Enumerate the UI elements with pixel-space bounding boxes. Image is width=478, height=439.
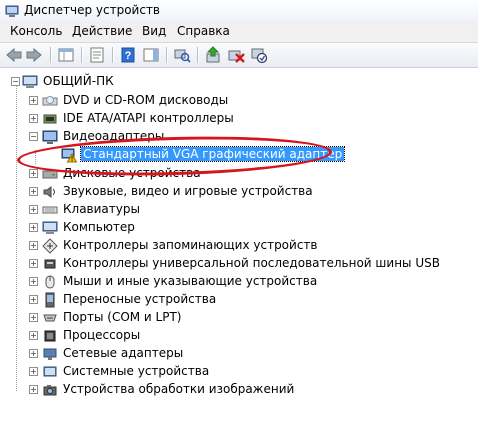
svg-text:?: ? (125, 50, 132, 62)
expand-toggle[interactable]: + (29, 259, 38, 268)
expand-toggle[interactable]: + (29, 349, 38, 358)
tree-item-label: Мыши и иные указывающие устройства (63, 274, 318, 288)
device-manager-app-icon (5, 5, 19, 17)
expand-toggle[interactable]: + (29, 169, 38, 178)
title-bar: Диспетчер устройств (0, 0, 478, 23)
system-device-icon (43, 366, 57, 377)
expand-toggle[interactable]: + (29, 241, 38, 250)
expand-toggle[interactable]: + (29, 331, 38, 340)
keyboard-icon (42, 206, 58, 214)
port-icon (43, 314, 57, 322)
expand-toggle[interactable]: + (29, 223, 38, 232)
expand-toggle[interactable]: + (29, 277, 38, 286)
tree-item-label: Компьютер (63, 220, 135, 234)
tree-item-keyboards[interactable]: + Клавиатуры (0, 201, 478, 219)
collapse-toggle[interactable]: − (29, 132, 38, 141)
expand-toggle[interactable]: + (29, 367, 38, 376)
help-icon[interactable]: ? (119, 46, 137, 64)
device-tree: − ОБЩИЙ-ПК + DVD и CD-ROM дисководы + ID… (0, 68, 478, 439)
tree-item-imaging[interactable]: + Устройства обработки изображений (0, 381, 478, 399)
action-pane-icon[interactable] (142, 46, 160, 64)
tree-item-network[interactable]: + Сетевые адаптеры (0, 345, 478, 363)
scan-hardware-icon[interactable] (173, 46, 191, 64)
tree-item-label: Процессоры (63, 328, 141, 342)
menu-console[interactable]: Консоль (8, 24, 64, 38)
tree-item-label: Переносные устройства (63, 292, 217, 306)
console-tree-icon[interactable] (57, 46, 75, 64)
tree-item-label: Клавиатуры (63, 202, 140, 216)
usb-icon (44, 259, 56, 269)
dvd-drive-icon (42, 96, 58, 106)
storage-controller-icon (42, 238, 58, 254)
tree-item-dvd[interactable]: + DVD и CD-ROM дисководы (0, 92, 478, 110)
ide-controller-icon (43, 114, 57, 124)
tree-item-computer[interactable]: + Компьютер (0, 219, 478, 237)
computer-icon (22, 75, 38, 88)
tree-item-label: IDE ATA/ATAPI контроллеры (63, 111, 234, 125)
update-driver-icon[interactable] (204, 46, 222, 64)
tree-item-label: DVD и CD-ROM дисководы (63, 93, 229, 107)
menu-help[interactable]: Справка (175, 24, 232, 38)
root-label: ОБЩИЙ-ПК (43, 74, 114, 88)
disable-icon[interactable] (250, 46, 268, 64)
mouse-icon (45, 275, 55, 289)
tree-item-storage-controllers[interactable]: + Контроллеры запоминающих устройств (0, 237, 478, 255)
tree-item-label: Сетевые адаптеры (63, 346, 184, 360)
tree-item-label: Устройства обработки изображений (63, 382, 295, 396)
tree-root[interactable]: − ОБЩИЙ-ПК (0, 73, 478, 91)
properties-icon[interactable] (88, 46, 106, 64)
expand-toggle[interactable]: + (29, 205, 38, 214)
collapse-toggle[interactable]: − (11, 77, 20, 86)
expand-toggle[interactable]: + (29, 96, 38, 105)
expand-toggle[interactable]: + (29, 295, 38, 304)
tree-item-system-devices[interactable]: + Системные устройства (0, 363, 478, 381)
tree-item-label: Контроллеры универсальной последовательн… (63, 256, 440, 270)
window-title: Диспетчер устройств (24, 3, 161, 17)
forward-icon[interactable] (25, 46, 43, 64)
imaging-device-icon (43, 385, 57, 396)
tree-item-ports[interactable]: + Порты (COM и LPT) (0, 309, 478, 327)
network-adapter-icon (43, 348, 57, 360)
tree-item-mice[interactable]: + Мыши и иные указывающие устройства (0, 273, 478, 291)
toolbar: ? (0, 43, 478, 68)
menu-action[interactable]: Действие (70, 24, 134, 38)
uninstall-icon[interactable] (227, 46, 245, 64)
tree-item-sound[interactable]: + Звуковые, видео и игровые устройства (0, 183, 478, 201)
sound-icon (43, 186, 55, 198)
tree-item-ide[interactable]: + IDE ATA/ATAPI контроллеры (0, 110, 478, 128)
computer-icon (42, 221, 58, 234)
tree-item-portable[interactable]: + Переносные устройства (0, 291, 478, 309)
tree-item-label: Порты (COM и LPT) (63, 310, 182, 324)
tree-item-label: Системные устройства (63, 364, 210, 378)
menu-bar: Консоль Действие Вид Справка (0, 22, 478, 43)
expand-toggle[interactable]: + (29, 385, 38, 394)
processor-icon (44, 330, 56, 342)
expand-toggle[interactable]: + (29, 313, 38, 322)
tree-item-label: Контроллеры запоминающих устройств (63, 238, 318, 252)
tree-item-usb[interactable]: + Контроллеры универсальной последовател… (0, 255, 478, 273)
display-adapter-icon (42, 130, 58, 144)
tree-item-label: Звуковые, видео и игровые устройства (63, 184, 313, 198)
expand-toggle[interactable]: + (29, 114, 38, 123)
back-icon[interactable] (5, 46, 23, 64)
expand-toggle[interactable]: + (29, 187, 38, 196)
menu-view[interactable]: Вид (140, 24, 168, 38)
portable-device-icon (45, 292, 55, 308)
tree-item-processors[interactable]: + Процессоры (0, 327, 478, 345)
